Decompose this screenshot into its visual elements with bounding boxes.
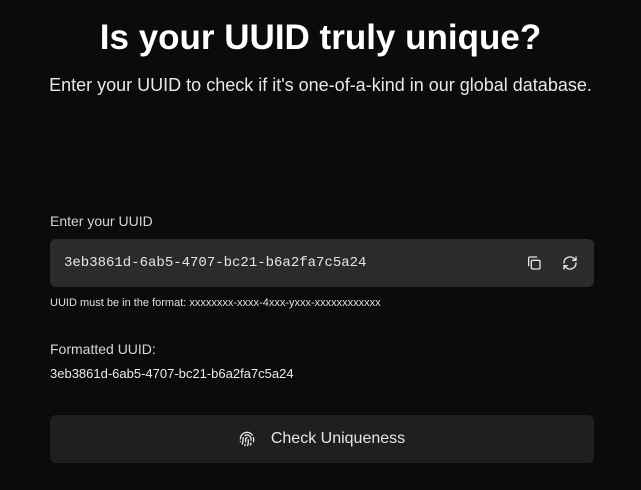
page-title: Is your UUID truly unique? (99, 18, 542, 57)
formatted-uuid-label: Formatted UUID: (50, 341, 156, 357)
refresh-icon[interactable] (560, 253, 580, 273)
check-uniqueness-label: Check Uniqueness (270, 430, 406, 447)
copy-icon[interactable] (524, 253, 544, 273)
fingerprint-icon (239, 431, 255, 447)
page-subtitle: Enter your UUID to check if it's one-of-… (49, 75, 592, 95)
uuid-field-label: Enter your UUID (50, 213, 153, 229)
uuid-format-hint: UUID must be in the format: xxxxxxxx-xxx… (50, 297, 381, 309)
uuid-input-container (50, 239, 594, 287)
check-uniqueness-button[interactable]: Check Uniqueness (50, 415, 594, 463)
formatted-uuid-value: 3eb3861d-6ab5-4707-bc21-b6a2fa7c5a24 (50, 366, 294, 381)
uuid-input[interactable] (64, 239, 504, 287)
